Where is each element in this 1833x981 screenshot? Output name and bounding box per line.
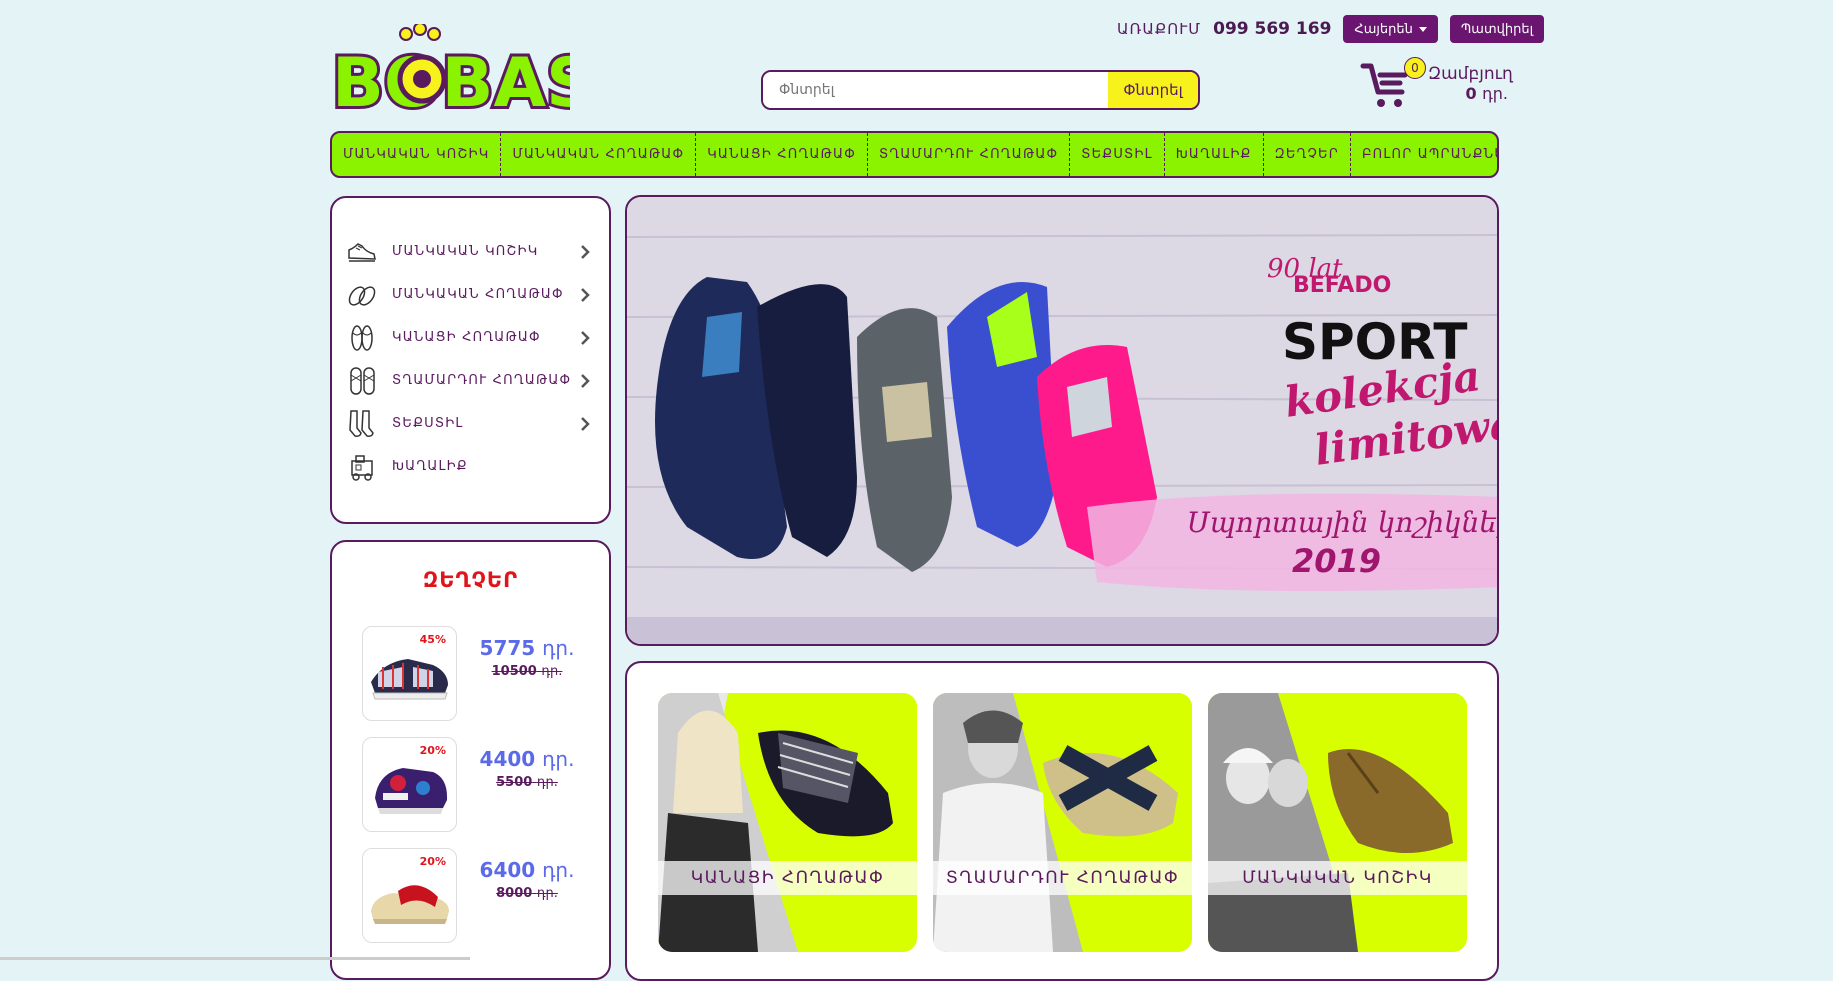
chevron-right-icon [581,244,590,259]
main-nav: ՄԱՆԿԱԿԱՆ ԿՈՇԻԿ ՄԱՆԿԱԿԱՆ ՀՈՂԱԹԱՓ ԿԱՆԱՑԻ Հ… [330,131,1499,178]
cart-label: Զամբյուղ [1428,64,1513,84]
discount-badge: 20% [419,855,446,868]
phone-number[interactable]: 099 569 169 [1213,19,1331,39]
banner-image: 90 lat BEFADO SPORT kolekcja limitowan Ս… [627,197,1499,644]
socks-icon [349,409,374,437]
sidebar-item-textile[interactable]: ՏԵՔՍՏԻԼ [346,402,596,445]
product-image[interactable]: 20% [362,737,457,832]
nav-item-all-products[interactable]: ԲՈԼՈՐ ԱՊՐԱՆՔՆԵՐԸ [1351,133,1497,176]
product-image[interactable]: 20% [362,848,457,943]
banner-armenian-caption: Սպորտային կոշիկներ [1187,506,1499,539]
card-label: ՄԱՆԿԱԿԱՆ ԿՈՇԻԿ [1208,861,1467,895]
nav-item-kids-shoes[interactable]: ՄԱՆԿԱԿԱՆ ԿՈՇԻԿ [332,133,502,176]
discounts-title: ԶԵՂՉԵՐ [422,568,519,592]
nav-item-kids-slippers[interactable]: ՄԱՆԿԱԿԱՆ ՀՈՂԱԹԱՓ [501,133,697,176]
sidebar-item-label: ՄԱՆԿԱԿԱՆ ԿՈՇԻԿ [392,244,539,259]
language-dropdown[interactable]: Հայերեն [1343,15,1438,43]
chevron-down-icon [1418,26,1427,32]
kids-shoes-image [1208,693,1467,952]
nav-item-women-slippers[interactable]: ԿԱՆԱՑԻ ՀՈՂԱԹԱՓ [696,133,868,176]
category-cards-panel: ԿԱՆԱՑԻ ՀՈՂԱԹԱՓ ՏՂԱՄԱՐԴՈՒ ՀՈՂԱԹԱՓ ՄԱՆԿԱԿԱ… [625,661,1499,981]
top-bar: ԱՌԱՔՈՒՄ 099 569 169 Հայերեն Պատվիրել [1117,14,1545,44]
banner-year: 2019 [1292,542,1381,580]
deal-item[interactable]: 20% 4400 դր. 5500 դր. [362,737,592,833]
sidebar-item-label: ԽԱՂԱԼԻՔ [392,459,468,474]
cart-icon [1360,63,1408,107]
sidebar-item-women-slippers[interactable]: ԿԱՆԱՑԻ ՀՈՂԱԹԱՓ [346,316,596,359]
deal-old-price: 8000 դր. [496,886,558,901]
sidebar-item-label: ՄԱՆԿԱԿԱՆ ՀՈՂԱԹԱՓ [392,287,564,302]
shoe-icon [348,242,376,262]
deal-item[interactable]: 45% 5775 դր. 10500 դր. [362,626,592,722]
nav-item-textile[interactable]: ՏԵՔՍՏԻԼ [1070,133,1165,176]
deal-old-price: 10500 դր. [491,664,563,679]
search-button[interactable]: Փնտրել [1108,72,1198,108]
category-card-women-slippers[interactable]: ԿԱՆԱՑԻ ՀՈՂԱԹԱՓ [658,693,917,952]
sidebar-item-men-slippers[interactable]: ՏՂԱՄԱՐԴՈՒ ՀՈՂԱԹԱՓ [346,359,596,402]
kids-slipper-icon [348,285,376,306]
chevron-right-icon [581,373,590,388]
cart-count-badge: 0 [1404,57,1426,79]
nav-item-men-slippers[interactable]: ՏՂԱՄԱՐԴՈՒ ՀՈՂԱԹԱՓ [868,133,1071,176]
women-slippers-image [658,693,917,952]
sidebar-item-kids-slippers[interactable]: ՄԱՆԿԱԿԱՆ ՀՈՂԱԹԱՓ [346,273,596,316]
men-slippers-image [933,693,1192,952]
order-button[interactable]: Պատվիրել [1449,15,1545,43]
nav-item-discounts[interactable]: ԶԵՂՉԵՐ [1264,133,1351,176]
deal-old-price: 5500 դր. [496,775,558,790]
language-label: Հայերեն [1354,21,1413,36]
bobas-logo-graphic: BOBAS [329,22,598,126]
chevron-right-icon [581,330,590,345]
sidebar-item-kids-shoes[interactable]: ՄԱՆԿԱԿԱՆ ԿՈՇԻԿ [346,230,596,273]
sidebar-item-label: ԿԱՆԱՑԻ ՀՈՂԱԹԱՓ [392,330,541,345]
delivery-label: ԱՌԱՔՈՒՄ [1117,20,1202,38]
category-card-kids-shoes[interactable]: ՄԱՆԿԱԿԱՆ ԿՈՇԻԿ [1208,693,1467,952]
logo[interactable]: BOBAS [329,22,598,126]
category-card-men-slippers[interactable]: ՏՂԱՄԱՐԴՈՒ ՀՈՂԱԹԱՓ [933,693,1192,952]
women-slipper-icon [351,324,373,351]
product-image[interactable]: 45% [362,626,457,721]
card-label: ԿԱՆԱՑԻ ՀՈՂԱԹԱՓ [658,861,917,895]
sidebar-item-label: ՏԵՔՍՏԻԼ [392,416,464,431]
sidebar-item-toys[interactable]: ԽԱՂԱԼԻՔ [346,445,596,488]
deal-price: 6400 դր. [479,858,575,882]
cart-total: 0 դր. [1465,84,1508,103]
deal-price: 5775 դր. [479,636,575,660]
category-sidebar: ՄԱՆԿԱԿԱՆ ԿՈՇԻԿ ՄԱՆԿԱԿԱՆ ՀՈՂԱԹԱՓ ԿԱՆԱՑԻ Հ… [330,196,611,524]
discount-badge: 45% [419,633,446,646]
toy-train-icon [351,454,373,481]
nav-item-toys[interactable]: ԽԱՂԱԼԻՔ [1165,133,1264,176]
chevron-right-icon [581,287,590,302]
men-slipper-icon [350,366,375,395]
logo-text: BOBAS [332,44,570,114]
search-input[interactable] [763,72,1108,108]
sidebar-item-label: ՏՂԱՄԱՐԴՈՒ ՀՈՂԱԹԱՓ [392,373,572,388]
discounts-panel: ԶԵՂՉԵՐ 45% 5775 դր. 10500 դր. 20% 4400 դ… [330,540,611,980]
deal-price: 4400 դր. [479,747,575,771]
card-label: ՏՂԱՄԱՐԴՈՒ ՀՈՂԱԹԱՓ [933,861,1192,895]
banner-brand: BEFADO [1293,273,1391,298]
cart-summary[interactable]: Զամբյուղ 0 դր. [1428,64,1513,103]
search-bar: Փնտրել [761,70,1200,110]
hero-banner[interactable]: 90 lat BEFADO SPORT kolekcja limitowan Ս… [625,195,1499,646]
deal-item[interactable]: 20% 6400 դր. 8000 դր. [362,848,592,944]
chevron-right-icon [581,416,590,431]
discount-badge: 20% [419,744,446,757]
